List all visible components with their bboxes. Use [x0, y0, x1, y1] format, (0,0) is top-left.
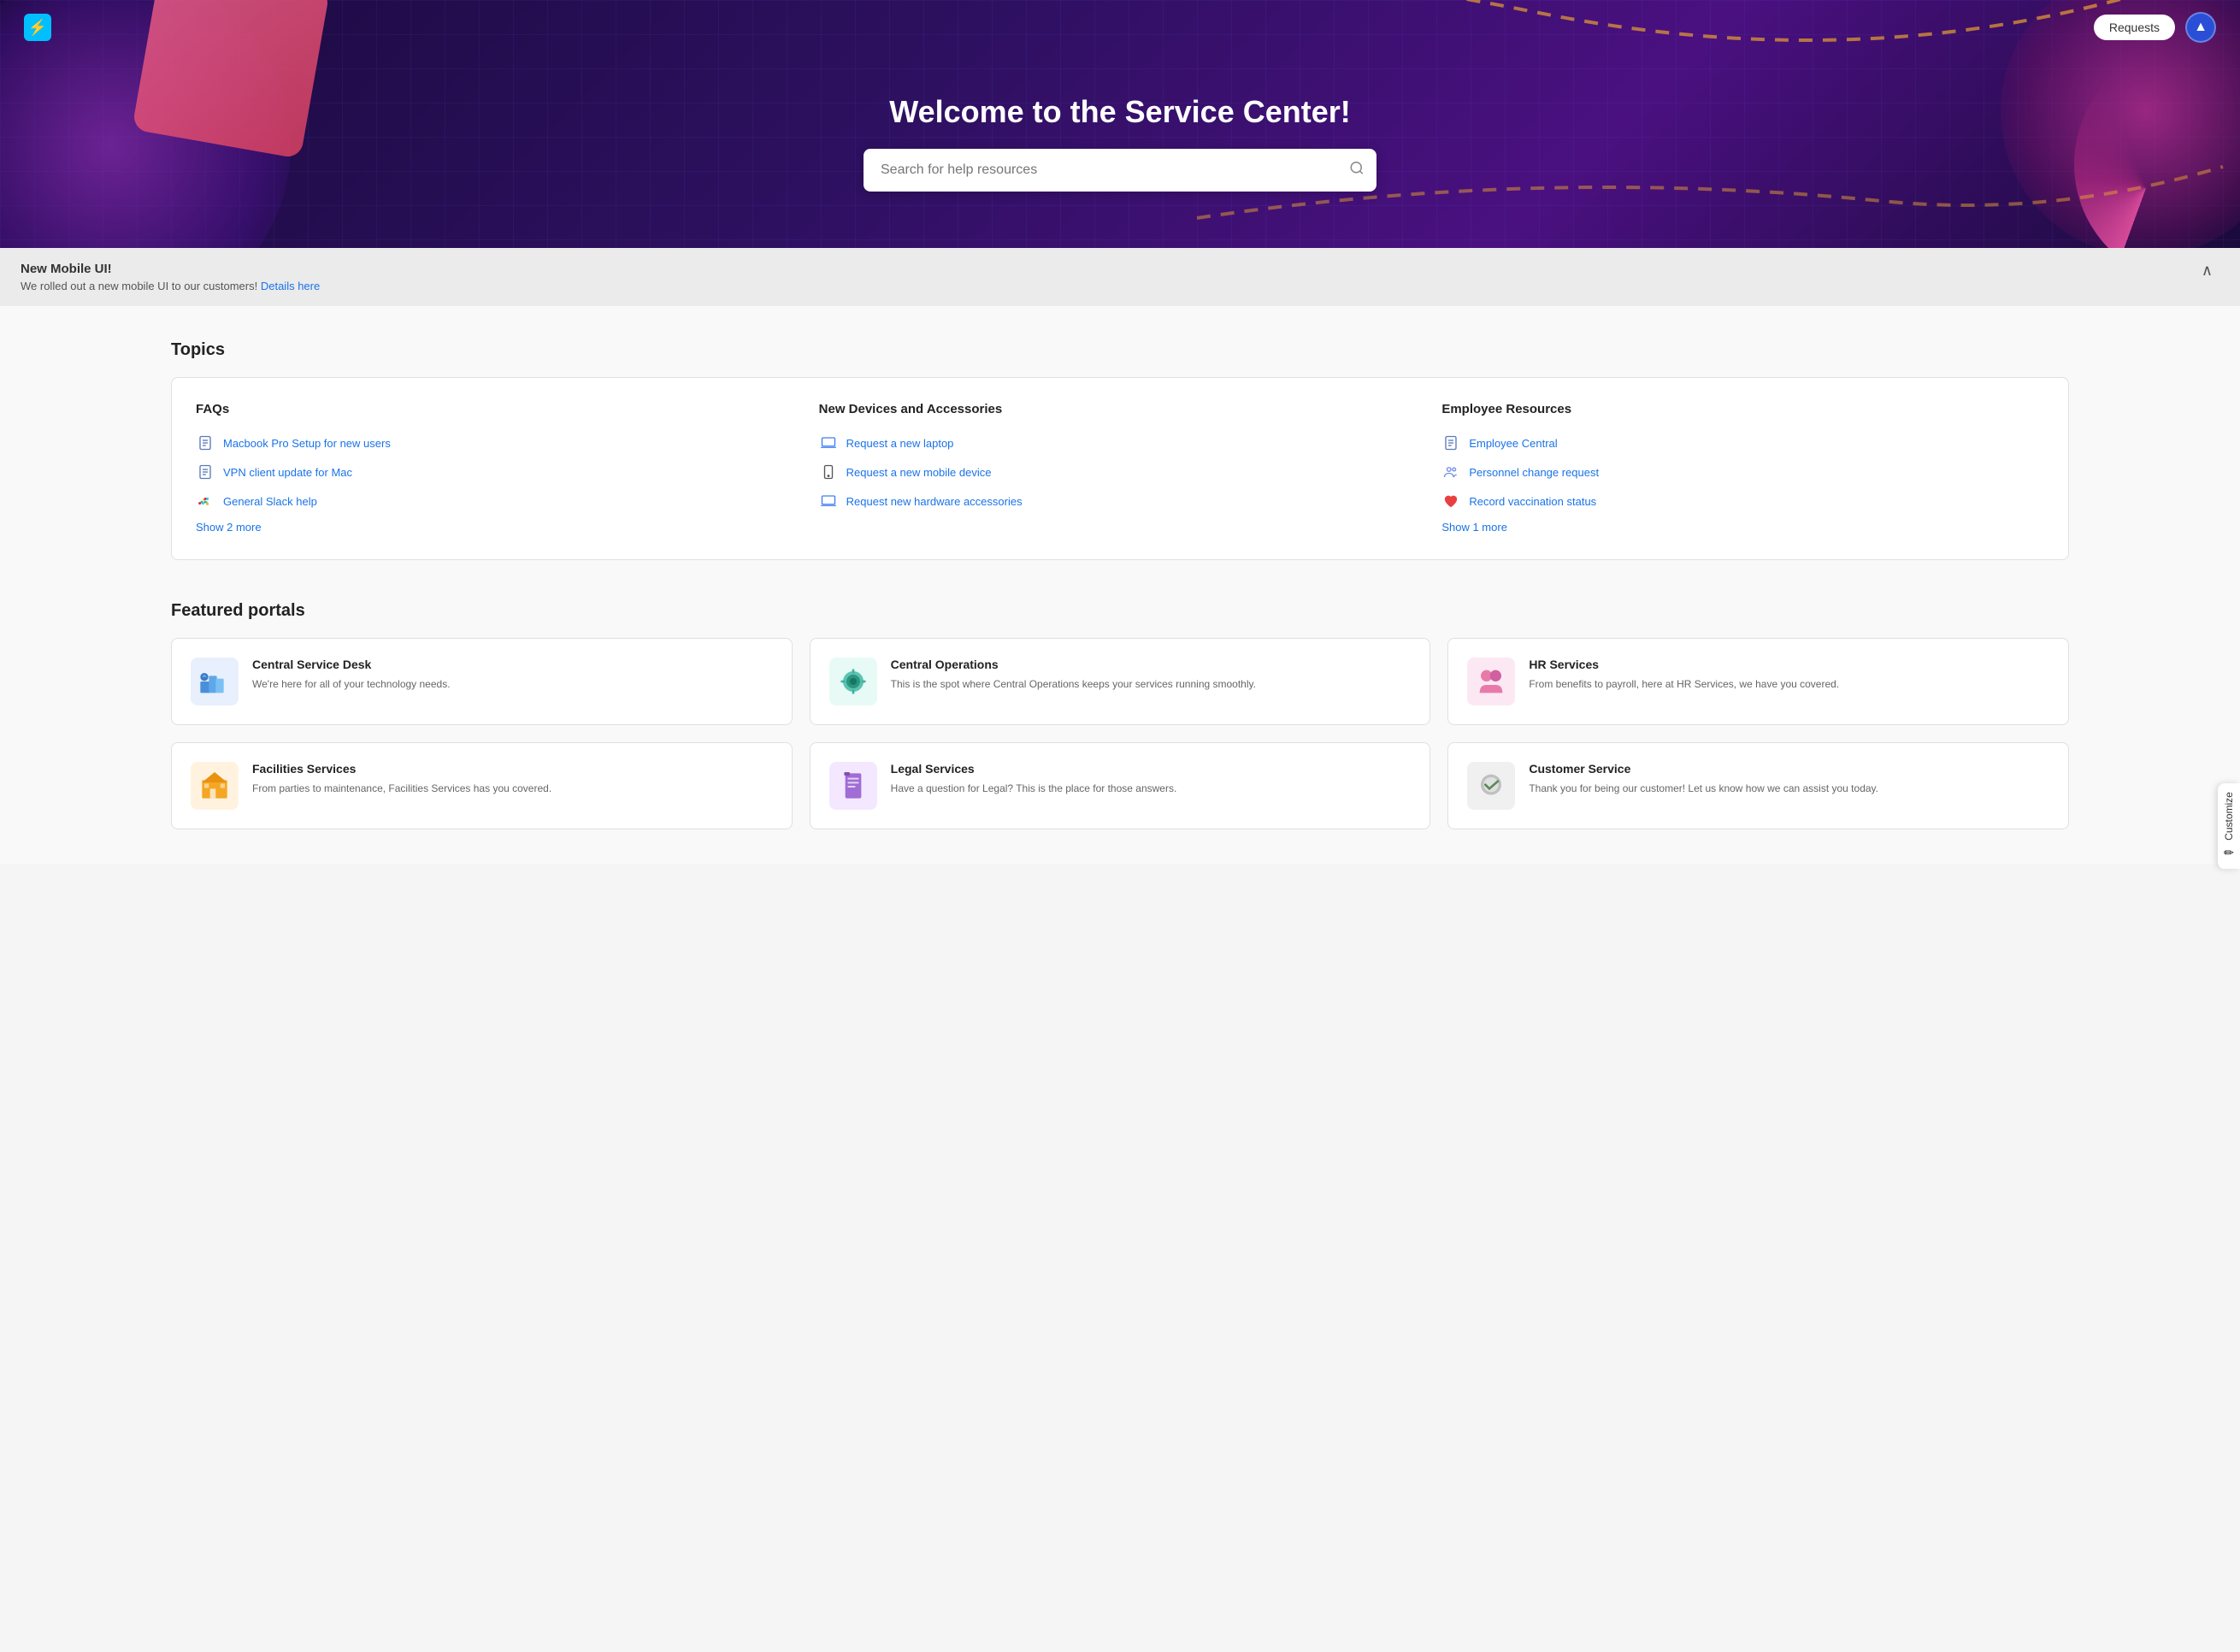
- logo[interactable]: ⚡: [24, 14, 51, 41]
- doc-icon: [196, 434, 215, 452]
- slack-icon: [196, 492, 215, 510]
- portal-card-legal[interactable]: Legal Services Have a question for Legal…: [810, 742, 1431, 829]
- navbar: ⚡ Requests ▲: [0, 0, 2240, 55]
- hardware-icon: [819, 492, 838, 510]
- portal-info-customer: Customer Service Thank you for being our…: [1529, 762, 2049, 796]
- topic-item-label: Employee Central: [1469, 437, 1557, 450]
- doc-icon: [196, 463, 215, 481]
- portal-name: Central Operations: [891, 658, 1412, 671]
- portal-name: Central Service Desk: [252, 658, 773, 671]
- announcement-body: We rolled out a new mobile UI to our cus…: [21, 280, 2195, 292]
- portal-name: Customer Service: [1529, 762, 2049, 776]
- portal-icon-hr: [1467, 658, 1515, 705]
- search-button[interactable]: [1349, 161, 1365, 180]
- portal-name: HR Services: [1529, 658, 2049, 671]
- portal-icon-legal: [829, 762, 877, 810]
- faqs-column-title: FAQs: [196, 402, 799, 416]
- topic-item-label: Macbook Pro Setup for new users: [223, 437, 391, 450]
- avatar-icon: ▲: [2194, 20, 2208, 35]
- portal-desc: Have a question for Legal? This is the p…: [891, 781, 1412, 796]
- topic-item[interactable]: Request a new laptop: [819, 428, 1422, 457]
- topic-item-label: VPN client update for Mac: [223, 466, 352, 479]
- avatar-button[interactable]: ▲: [2185, 12, 2216, 43]
- topic-item-label: General Slack help: [223, 495, 317, 508]
- customize-tab-icon: ✏: [2224, 846, 2234, 860]
- topic-item[interactable]: Record vaccination status: [1441, 487, 2044, 516]
- heart-icon: [1441, 492, 1460, 510]
- portal-icon-facilities: [191, 762, 239, 810]
- portal-info-facilities: Facilities Services From parties to main…: [252, 762, 773, 796]
- show-more-employee[interactable]: Show 1 more: [1441, 521, 1507, 534]
- portal-info-legal: Legal Services Have a question for Legal…: [891, 762, 1412, 796]
- portal-desc: This is the spot where Central Operation…: [891, 676, 1412, 692]
- portal-icon-customer: [1467, 762, 1515, 810]
- featured-portals-title: Featured portals: [171, 601, 2069, 621]
- mobile-icon: [819, 463, 838, 481]
- portal-info-hr: HR Services From benefits to payroll, he…: [1529, 658, 2049, 692]
- portal-card-facilities[interactable]: Facilities Services From parties to main…: [171, 742, 793, 829]
- people-icon: [1441, 463, 1460, 481]
- portal-name: Facilities Services: [252, 762, 773, 776]
- portal-info-operations: Central Operations This is the spot wher…: [891, 658, 1412, 692]
- portal-card-operations[interactable]: Central Operations This is the spot wher…: [810, 638, 1431, 725]
- topic-item[interactable]: Request a new mobile device: [819, 457, 1422, 487]
- hero-section: ⚡ Requests ▲ Welcome to the Service Cent…: [0, 0, 2240, 248]
- doc-icon: [1441, 434, 1460, 452]
- laptop-icon: [819, 434, 838, 452]
- topic-item-label: Request a new laptop: [846, 437, 954, 450]
- topic-item-label: Request a new mobile device: [846, 466, 992, 479]
- employee-column-title: Employee Resources: [1441, 402, 2044, 416]
- employee-resources-column: Employee Resources Employee Central Pers…: [1441, 402, 2044, 535]
- portal-card-hr[interactable]: HR Services From benefits to payroll, he…: [1447, 638, 2069, 725]
- devices-column-title: New Devices and Accessories: [819, 402, 1422, 416]
- topic-item[interactable]: General Slack help: [196, 487, 799, 516]
- requests-button[interactable]: Requests: [2094, 15, 2175, 40]
- topic-item[interactable]: VPN client update for Mac: [196, 457, 799, 487]
- topic-item-label: Request new hardware accessories: [846, 495, 1023, 508]
- topic-item[interactable]: Request new hardware accessories: [819, 487, 1422, 516]
- topic-item-label: Personnel change request: [1469, 466, 1599, 479]
- portal-info-service-desk: Central Service Desk We're here for all …: [252, 658, 773, 692]
- portal-desc: From parties to maintenance, Facilities …: [252, 781, 773, 796]
- show-more-faqs[interactable]: Show 2 more: [196, 521, 262, 534]
- announcement-content: New Mobile UI! We rolled out a new mobil…: [21, 262, 2195, 292]
- topic-item[interactable]: Employee Central: [1441, 428, 2044, 457]
- portals-grid: Central Service Desk We're here for all …: [171, 638, 2069, 829]
- announcement-link[interactable]: Details here: [261, 280, 320, 292]
- portal-icon-service-desk: [191, 658, 239, 705]
- topic-item-label: Record vaccination status: [1469, 495, 1596, 508]
- portal-card-service-desk[interactable]: Central Service Desk We're here for all …: [171, 638, 793, 725]
- portal-desc: Thank you for being our customer! Let us…: [1529, 781, 2049, 796]
- faqs-column: FAQs Macbook Pro Setup for new users VPN…: [196, 402, 799, 535]
- announcement-collapse-button[interactable]: ∧: [2195, 262, 2219, 280]
- hero-content: Welcome to the Service Center!: [0, 55, 2240, 248]
- devices-column: New Devices and Accessories Request a ne…: [819, 402, 1422, 535]
- search-icon: [1349, 161, 1365, 176]
- portal-card-customer[interactable]: Customer Service Thank you for being our…: [1447, 742, 2069, 829]
- topic-item[interactable]: Personnel change request: [1441, 457, 2044, 487]
- hero-title: Welcome to the Service Center!: [889, 94, 1351, 130]
- announcement-title: New Mobile UI!: [21, 262, 2195, 276]
- announcement-text: We rolled out a new mobile UI to our cus…: [21, 280, 257, 292]
- customize-tab[interactable]: Customize ✏: [2218, 783, 2240, 869]
- topic-item[interactable]: Macbook Pro Setup for new users: [196, 428, 799, 457]
- topics-title: Topics: [171, 340, 2069, 360]
- topics-section: Topics FAQs Macbook Pro Setup for new us…: [171, 340, 2069, 560]
- portal-desc: We're here for all of your technology ne…: [252, 676, 773, 692]
- search-input[interactable]: [864, 149, 1376, 192]
- search-container: [864, 149, 1376, 192]
- logo-icon: ⚡: [28, 19, 47, 37]
- topics-card: FAQs Macbook Pro Setup for new users VPN…: [171, 377, 2069, 560]
- main-content: Topics FAQs Macbook Pro Setup for new us…: [0, 306, 2240, 864]
- nav-right: Requests ▲: [2094, 12, 2216, 43]
- portal-icon-operations: [829, 658, 877, 705]
- announcement-banner: New Mobile UI! We rolled out a new mobil…: [0, 248, 2240, 306]
- customize-tab-label: Customize: [2223, 792, 2235, 841]
- portal-name: Legal Services: [891, 762, 1412, 776]
- featured-portals-section: Featured portals Central Service Desk We…: [171, 601, 2069, 829]
- portal-desc: From benefits to payroll, here at HR Ser…: [1529, 676, 2049, 692]
